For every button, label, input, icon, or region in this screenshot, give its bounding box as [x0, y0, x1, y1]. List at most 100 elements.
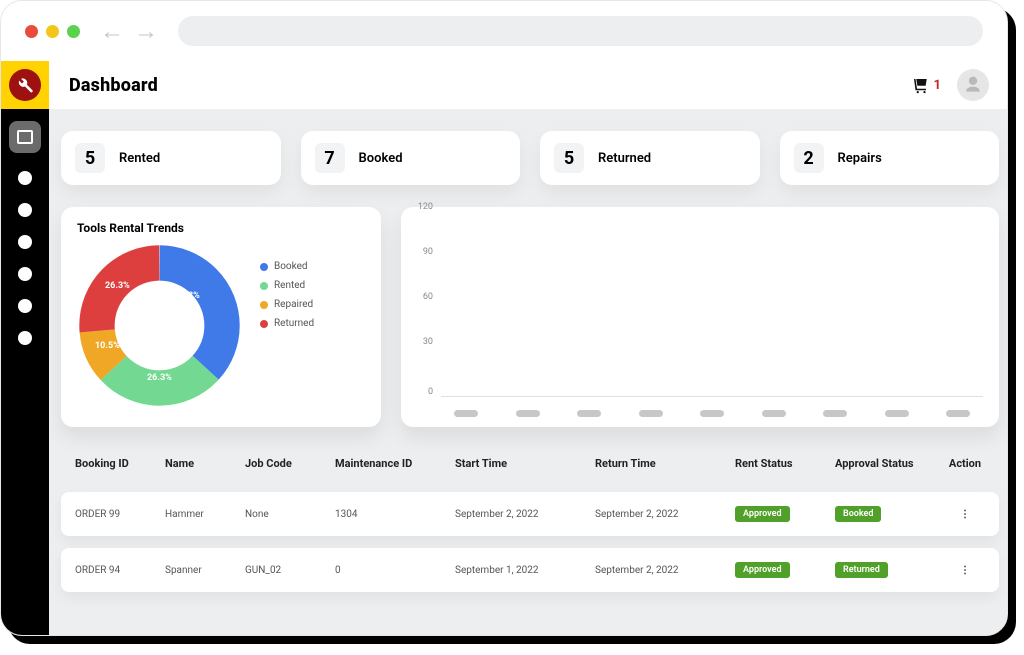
forward-button[interactable]: → — [132, 17, 160, 46]
cell-rent: Approved — [735, 506, 835, 522]
col-approval: Approval Status — [835, 457, 945, 470]
stat-value: 7 — [315, 143, 345, 173]
bar-chart-card: 0 30 60 90 120 — [401, 207, 999, 427]
donut-legend: Booked Rented Repaired Returned — [260, 243, 314, 408]
x-label — [810, 410, 860, 417]
sidebar-item-4[interactable] — [18, 235, 32, 249]
col-return: Return Time — [595, 457, 735, 470]
legend-label: Rented — [274, 280, 305, 291]
x-label — [749, 410, 799, 417]
row-actions-button[interactable]: ⋮ — [945, 509, 985, 520]
donut-title: Tools Rental Trends — [77, 221, 365, 235]
col-name: Name — [165, 457, 245, 470]
monitor-icon — [17, 130, 33, 144]
legend-label: Returned — [274, 318, 314, 329]
avatar[interactable] — [957, 69, 989, 101]
stat-card-booked[interactable]: 7 Booked — [301, 131, 521, 185]
cell-booking: ORDER 94 — [75, 565, 165, 576]
x-axis — [441, 410, 983, 417]
donut-label-returned: 26.3% — [105, 281, 130, 291]
y-tick: 90 — [401, 247, 433, 257]
close-window-icon[interactable] — [25, 25, 38, 38]
approval-status-pill: Booked — [835, 506, 881, 522]
col-job: Job Code — [245, 457, 335, 470]
legend-label: Booked — [274, 261, 308, 272]
x-label — [503, 410, 553, 417]
col-action: Action — [945, 457, 985, 470]
table-header: Booking ID Name Job Code Maintenance ID … — [61, 447, 999, 480]
x-label — [626, 410, 676, 417]
back-button[interactable]: ← — [98, 17, 126, 46]
cell-name: Hammer — [165, 509, 245, 520]
stat-label: Repairs — [838, 151, 882, 166]
donut-label-rented: 26.3% — [147, 373, 172, 383]
cell-maint: 1304 — [335, 509, 455, 520]
sidebar-item-2[interactable] — [18, 171, 32, 185]
table-row: ORDER 94 Spanner GUN_02 0 September 1, 2… — [61, 548, 999, 592]
rent-status-pill: Approved — [735, 562, 790, 578]
x-label — [441, 410, 491, 417]
sidebar-item-5[interactable] — [18, 267, 32, 281]
cell-maint: 0 — [335, 565, 455, 576]
donut-label-repaired: 10.5% — [95, 341, 120, 351]
stat-label: Booked — [359, 151, 403, 166]
col-rent: Rent Status — [735, 457, 835, 470]
legend-dot-repaired — [260, 301, 268, 309]
legend-label: Repaired — [274, 299, 313, 310]
topbar: Dashboard 1 — [49, 61, 1008, 109]
stat-label: Returned — [598, 151, 651, 166]
stat-value: 5 — [554, 143, 584, 173]
cart-count: 1 — [934, 78, 941, 93]
sidebar — [1, 61, 49, 635]
legend-dot-returned — [260, 320, 268, 328]
url-bar[interactable] — [178, 16, 983, 46]
col-maint: Maintenance ID — [335, 457, 455, 470]
cell-booking: ORDER 99 — [75, 509, 165, 520]
cell-start: September 2, 2022 — [455, 509, 595, 520]
sidebar-item-7[interactable] — [18, 331, 32, 345]
approval-status-pill: Returned — [835, 562, 888, 578]
maximize-window-icon[interactable] — [67, 25, 80, 38]
x-label — [872, 410, 922, 417]
sidebar-item-6[interactable] — [18, 299, 32, 313]
sidebar-item-dashboard[interactable] — [9, 121, 41, 153]
app-logo[interactable] — [1, 61, 49, 109]
cell-rent: Approved — [735, 562, 835, 578]
cell-return: September 2, 2022 — [595, 509, 735, 520]
y-axis: 0 30 60 90 120 — [401, 217, 437, 397]
legend-dot-booked — [260, 263, 268, 271]
rent-status-pill: Approved — [735, 506, 790, 522]
donut-label-booked: 36.8% — [175, 291, 200, 301]
table-row: ORDER 99 Hammer None 1304 September 2, 2… — [61, 492, 999, 536]
row-actions-button[interactable]: ⋮ — [945, 565, 985, 576]
stat-label: Rented — [119, 151, 160, 166]
stat-card-returned[interactable]: 5 Returned — [540, 131, 760, 185]
cell-job: GUN_02 — [245, 565, 335, 576]
cell-approval: Returned — [835, 562, 945, 578]
y-tick: 30 — [401, 337, 433, 347]
x-label — [933, 410, 983, 417]
x-label — [564, 410, 614, 417]
cell-approval: Booked — [835, 506, 945, 522]
cell-job: None — [245, 509, 335, 520]
y-tick: 0 — [401, 387, 433, 397]
orders-table: Booking ID Name Job Code Maintenance ID … — [61, 447, 999, 592]
stat-card-rented[interactable]: 5 Rented — [61, 131, 281, 185]
cell-name: Spanner — [165, 565, 245, 576]
stat-value: 5 — [75, 143, 105, 173]
x-label — [687, 410, 737, 417]
window-controls — [25, 25, 80, 38]
stat-value: 2 — [794, 143, 824, 173]
browser-window: ← → Dashboard — [0, 0, 1008, 636]
stat-card-repairs[interactable]: 2 Repairs — [780, 131, 1000, 185]
y-tick: 120 — [401, 202, 433, 212]
col-booking: Booking ID — [75, 457, 165, 470]
minimize-window-icon[interactable] — [46, 25, 59, 38]
sidebar-item-3[interactable] — [18, 203, 32, 217]
cart-button[interactable]: 1 — [910, 76, 941, 94]
donut-chart: 36.8% 26.3% 10.5% 26.3% — [77, 243, 242, 408]
col-start: Start Time — [455, 457, 595, 470]
bar-chart — [441, 217, 983, 397]
wrench-icon — [16, 76, 34, 94]
browser-chrome: ← → — [1, 1, 1007, 61]
